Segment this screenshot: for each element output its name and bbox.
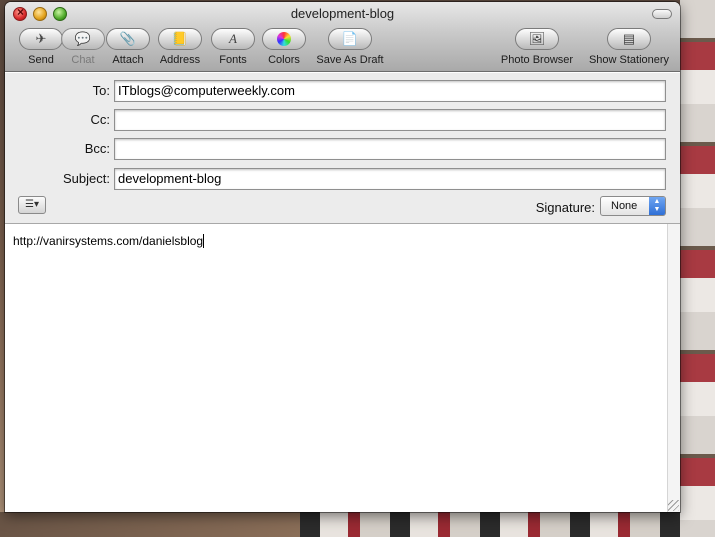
save-as-draft-button[interactable]: 📄 Save As Draft	[316, 28, 384, 70]
message-body[interactable]: http://vanirsystems.com/danielsblog	[5, 224, 667, 512]
message-headers: To: ITblogs@computerweekly.com Cc: Bcc: …	[5, 73, 680, 223]
header-format-menu-button[interactable]: ☰▾	[18, 196, 46, 214]
desktop-background-pattern	[300, 512, 715, 537]
chevron-updown-icon: ▲ ▼	[649, 197, 665, 215]
subject-label: Subject:	[63, 171, 110, 186]
paperclip-icon: 📎	[106, 28, 150, 50]
desktop-background-pattern-right	[680, 0, 715, 537]
to-label: To:	[92, 83, 110, 98]
to-field[interactable]: ITblogs@computerweekly.com	[114, 80, 666, 102]
stationery-icon: ▤	[607, 28, 651, 50]
vertical-scrollbar[interactable]	[667, 224, 680, 512]
photo-icon: 🖼	[515, 28, 559, 50]
font-icon: A	[211, 28, 255, 50]
address-book-icon: 📒	[158, 28, 202, 50]
signature-select[interactable]: None ▲ ▼	[600, 196, 666, 216]
title-bar: development-blog ✈ Send 💬 Chat 📎 Attach …	[5, 2, 680, 72]
color-wheel-icon	[262, 28, 306, 50]
bcc-row: Bcc:	[5, 138, 680, 160]
save-as-draft-label: Save As Draft	[316, 54, 384, 66]
bcc-label: Bcc:	[84, 141, 110, 156]
cc-label: Cc:	[90, 112, 111, 127]
compose-window: development-blog ✈ Send 💬 Chat 📎 Attach …	[5, 2, 680, 512]
window-title: development-blog	[290, 6, 395, 21]
subject-field[interactable]: development-blog	[114, 168, 666, 190]
toolbar-toggle-button[interactable]	[652, 9, 672, 19]
photo-browser-label: Photo Browser	[500, 54, 574, 66]
photo-browser-button[interactable]: 🖼 Photo Browser	[501, 28, 573, 70]
resize-grip-icon[interactable]	[668, 500, 679, 511]
cc-field[interactable]	[114, 109, 666, 131]
desktop-background	[0, 512, 300, 537]
text-cursor	[203, 234, 205, 248]
signature-label: Signature:	[535, 200, 595, 215]
signature-value: None	[611, 200, 638, 212]
show-stationery-button[interactable]: ▤ Show Stationery	[589, 28, 669, 70]
cc-row: Cc:	[5, 109, 680, 131]
message-body-text: http://vanirsystems.com/danielsblog	[13, 234, 204, 248]
show-stationery-label: Show Stationery	[588, 54, 670, 66]
bcc-field[interactable]	[114, 138, 666, 160]
subject-row: Subject: development-blog	[5, 168, 680, 190]
to-row: To: ITblogs@computerweekly.com	[5, 80, 680, 102]
draft-document-icon: 📄	[328, 28, 372, 50]
